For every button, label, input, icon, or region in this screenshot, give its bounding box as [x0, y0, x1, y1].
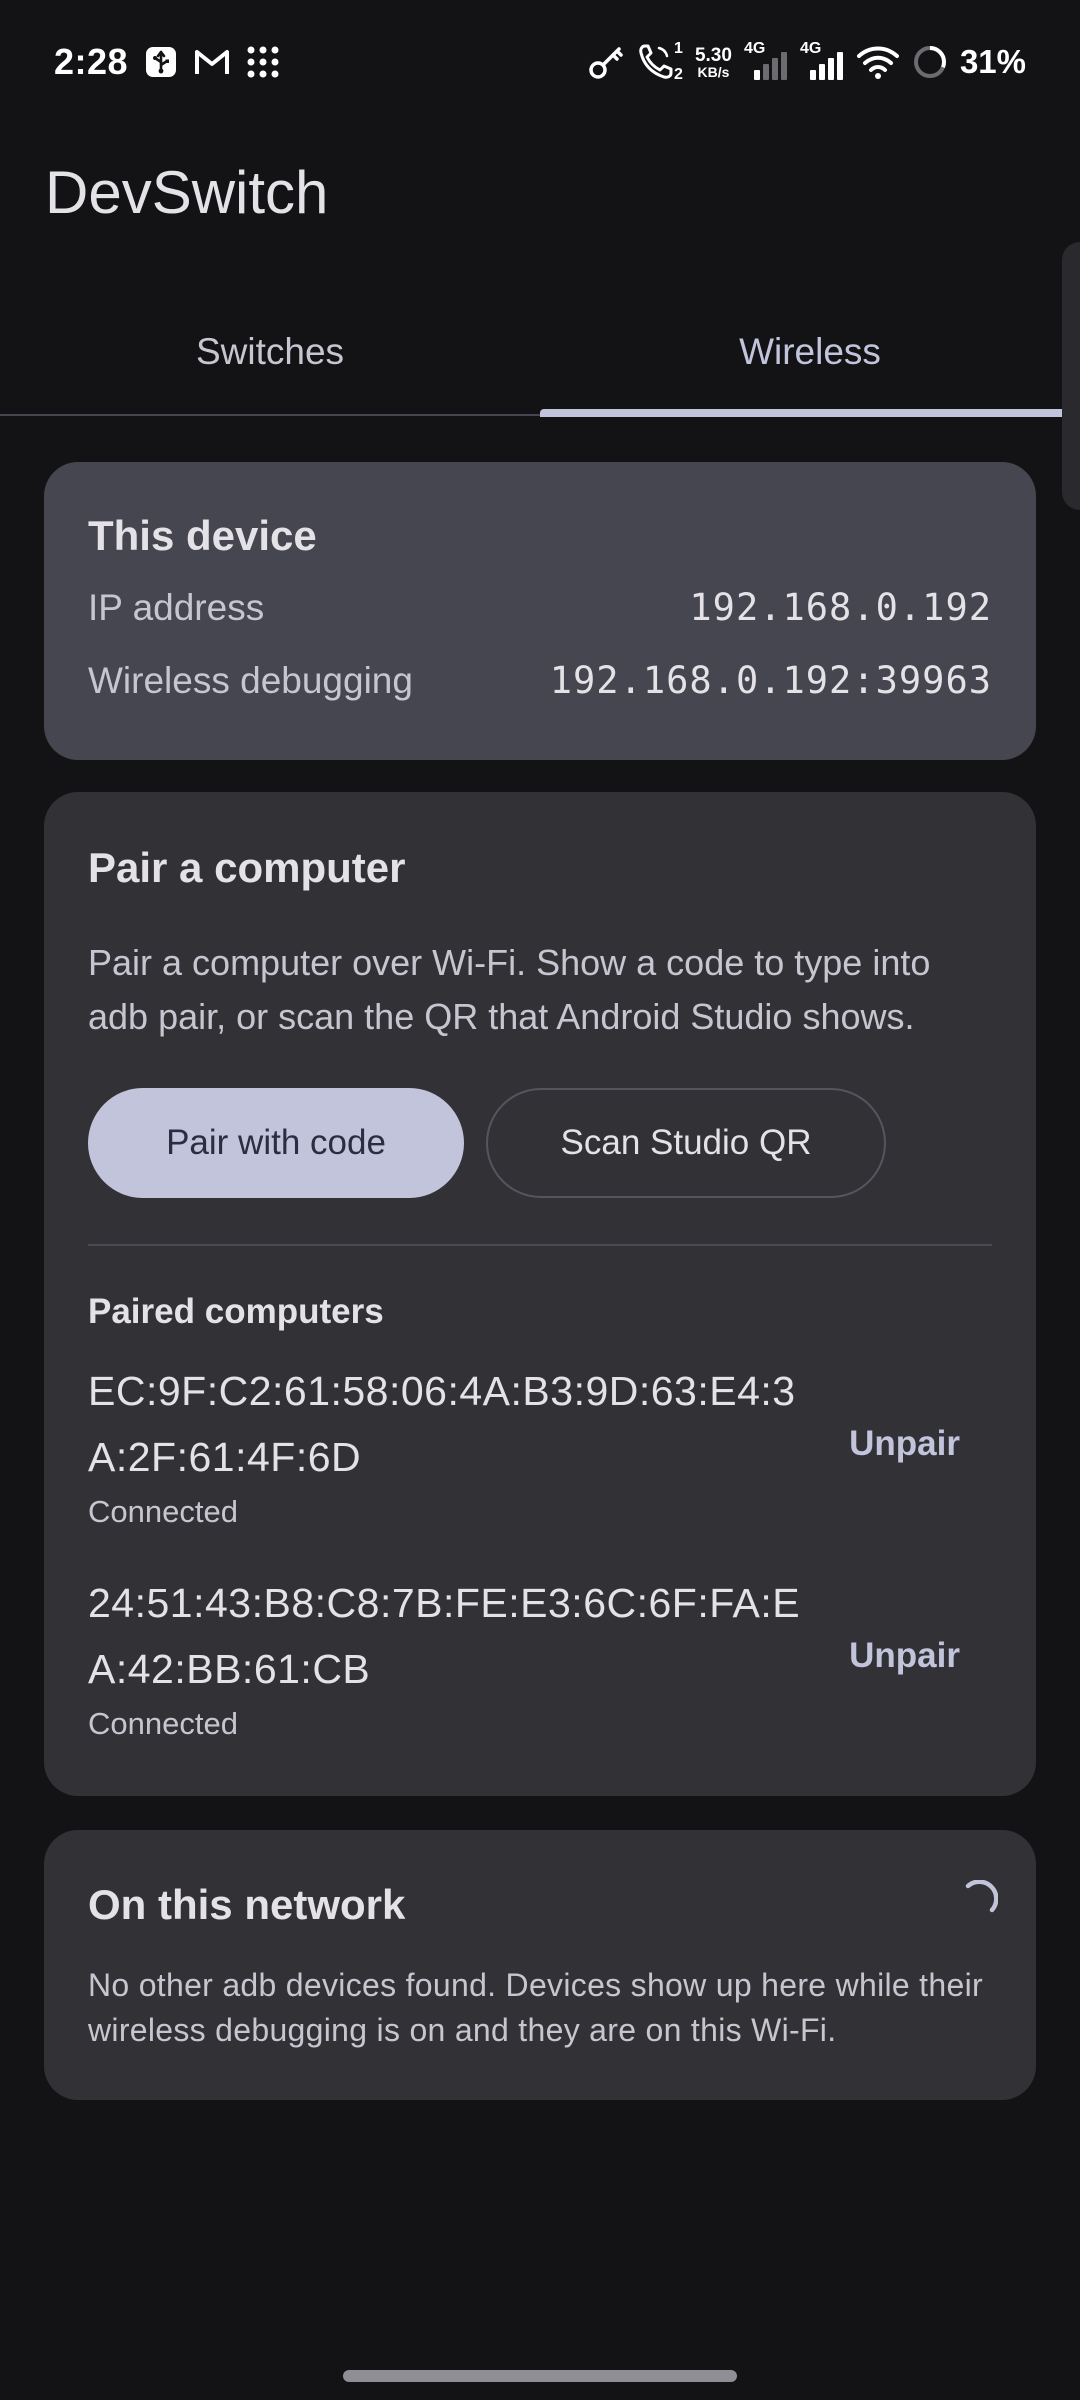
paired-computer-mac: EC:9F:C2:61:58:06:4A:B3:9D:63:E4:3A:2F:6…: [88, 1368, 796, 1480]
home-indicator[interactable]: [343, 2370, 737, 2382]
wifi-icon: [856, 44, 900, 80]
key-icon: [587, 43, 625, 81]
this-device-title: This device: [88, 512, 317, 559]
wireless-debugging-value: 192.168.0.192:39963: [549, 659, 992, 702]
paired-computers-title: Paired computers: [88, 1292, 384, 1331]
divider: [88, 1244, 992, 1246]
paired-computer-mac: 24:51:43:B8:C8:7B:FE:E3:6C:6F:FA:EA:42:B…: [88, 1580, 801, 1692]
ip-address-value: 192.168.0.192: [689, 586, 992, 629]
status-time: 2:28: [54, 41, 129, 82]
signal-sim1-icon: 4G: [744, 40, 788, 82]
apps-grid-icon: [246, 45, 280, 79]
battery-percent: 31%: [959, 43, 1026, 80]
on-this-network-card: On this network No other adb devices fou…: [44, 1830, 1036, 2100]
paired-computer-info: EC:9F:C2:61:58:06:4A:B3:9D:63:E4:3A:2F:6…: [88, 1358, 828, 1530]
signal-sim2-icon: 4G: [800, 40, 844, 82]
wireless-debugging-label: Wireless debugging: [88, 659, 413, 701]
scan-studio-qr-button[interactable]: Scan Studio QR: [486, 1088, 886, 1198]
status-bar: 2:28 1 2 5.30 KB/s 4G 4G 31%: [0, 0, 1080, 124]
battery-ring-icon: [912, 44, 948, 80]
this-device-card: This device IP address 192.168.0.192 Wir…: [44, 462, 1036, 760]
call-icon: 1 2: [637, 40, 683, 83]
status-bar-left: 2:28: [54, 41, 280, 83]
ip-address-label: IP address: [88, 586, 265, 628]
unpair-button[interactable]: Unpair: [849, 1636, 960, 1676]
paired-computer-info: 24:51:43:B8:C8:7B:FE:E3:6C:6F:FA:EA:42:B…: [88, 1570, 828, 1742]
gmail-icon: [194, 47, 230, 77]
on-this-network-description: No other adb devices found. Devices show…: [88, 1967, 983, 2048]
usb-icon: [144, 45, 178, 79]
on-this-network-title: On this network: [88, 1880, 406, 1928]
ip-address-row: IP address 192.168.0.192: [88, 586, 992, 629]
edge-panel-handle[interactable]: [1062, 242, 1080, 510]
status-bar-right: 1 2 5.30 KB/s 4G 4G 31%: [587, 40, 1026, 83]
call-sim-bottom: 2: [674, 66, 683, 83]
on-this-network-header: On this network: [88, 1879, 999, 1929]
paired-computer-status: Connected: [88, 1706, 238, 1741]
pair-computer-card: Pair a computer Pair a computer over Wi-…: [44, 792, 1036, 1796]
screen: 2:28 1 2 5.30 KB/s 4G 4G 31% DevSwitch S…: [0, 0, 1080, 2400]
network-speed: 5.30 KB/s: [694, 44, 732, 80]
call-sim-top: 1: [674, 40, 683, 57]
pair-computer-description: Pair a computer over Wi-Fi. Show a code …: [88, 942, 931, 1037]
tab-wireless[interactable]: Wireless: [540, 290, 1080, 417]
pair-with-code-button[interactable]: Pair with code: [88, 1088, 464, 1198]
unpair-button[interactable]: Unpair: [849, 1424, 960, 1464]
tab-switches[interactable]: Switches: [0, 290, 540, 414]
app-title: DevSwitch: [45, 159, 329, 226]
pair-computer-title: Pair a computer: [88, 844, 406, 891]
paired-computer-item: EC:9F:C2:61:58:06:4A:B3:9D:63:E4:3A:2F:6…: [88, 1358, 992, 1530]
tab-bar: Switches Wireless: [0, 290, 1080, 417]
wireless-debugging-row: Wireless debugging 192.168.0.192:39963: [88, 659, 992, 702]
loading-spinner-icon: [954, 1879, 999, 1929]
pair-buttons: Pair with code Scan Studio QR: [88, 1088, 992, 1198]
paired-computer-status: Connected: [88, 1494, 238, 1529]
paired-computer-item: 24:51:43:B8:C8:7B:FE:E3:6C:6F:FA:EA:42:B…: [88, 1570, 992, 1742]
